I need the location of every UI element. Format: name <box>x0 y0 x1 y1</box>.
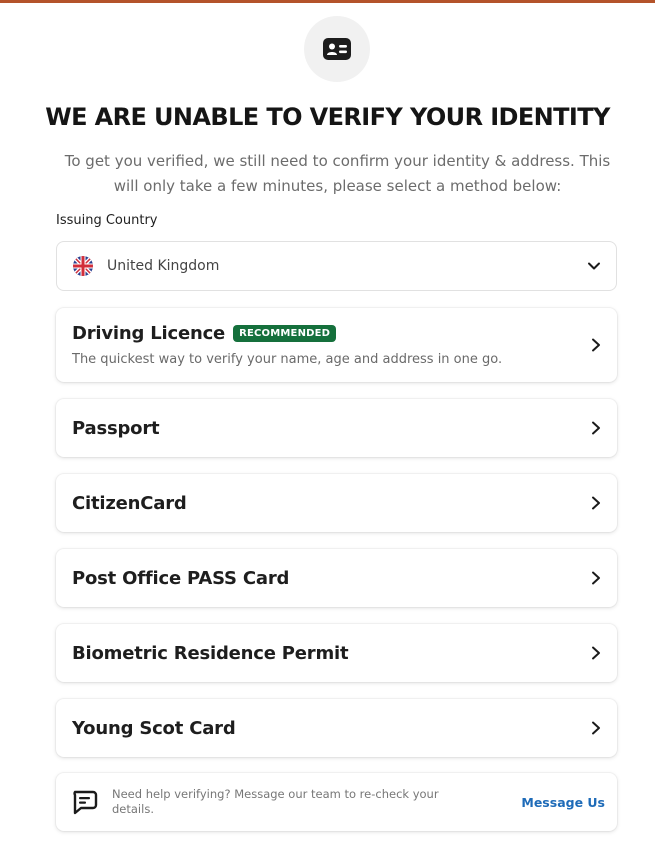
method-biometric-residence-permit[interactable]: Biometric Residence Permit <box>56 624 617 682</box>
chevron-down-icon <box>586 258 602 274</box>
issuing-country-label: Issuing Country <box>56 213 158 228</box>
chevron-right-icon <box>589 645 603 661</box>
method-citizencard[interactable]: CitizenCard <box>56 474 617 532</box>
chat-bubble-icon <box>70 788 98 816</box>
method-young-scot-card[interactable]: Young Scot Card <box>56 699 617 757</box>
chevron-right-icon <box>589 420 603 436</box>
help-text: Need help verifying? Message our team to… <box>112 787 439 816</box>
chevron-right-icon <box>589 720 603 736</box>
uk-flag-icon <box>73 256 93 276</box>
method-title: Post Office PASS Card <box>72 567 290 589</box>
chevron-right-icon <box>589 495 603 511</box>
page-subtitle: To get you verified, we still need to co… <box>64 152 611 195</box>
page-title: WE ARE UNABLE TO VERIFY YOUR IDENTITY <box>45 103 610 131</box>
issuing-country-select[interactable]: United Kingdom <box>56 241 617 291</box>
chevron-right-icon <box>589 570 603 586</box>
method-title: CitizenCard <box>72 492 187 514</box>
selected-country: United Kingdom <box>107 258 220 274</box>
method-title: Biometric Residence Permit <box>72 642 349 664</box>
method-title: Passport <box>72 417 160 439</box>
method-title: Driving Licence <box>72 323 226 344</box>
method-post-office-pass-card[interactable]: Post Office PASS Card <box>56 549 617 607</box>
chevron-right-icon <box>589 337 603 353</box>
method-passport[interactable]: Passport <box>56 399 617 457</box>
method-driving-licence[interactable]: Driving Licence RECOMMENDED The quickest… <box>56 308 617 382</box>
id-card-icon-container <box>304 16 370 82</box>
method-title: Young Scot Card <box>72 717 236 739</box>
method-description: The quickest way to verify your name, ag… <box>72 352 503 367</box>
message-us-link[interactable]: Message Us <box>521 795 605 810</box>
id-card-icon <box>323 38 351 60</box>
recommended-badge: RECOMMENDED <box>233 325 337 342</box>
help-panel: Need help verifying? Message our team to… <box>56 773 617 831</box>
top-accent-bar <box>0 0 655 3</box>
